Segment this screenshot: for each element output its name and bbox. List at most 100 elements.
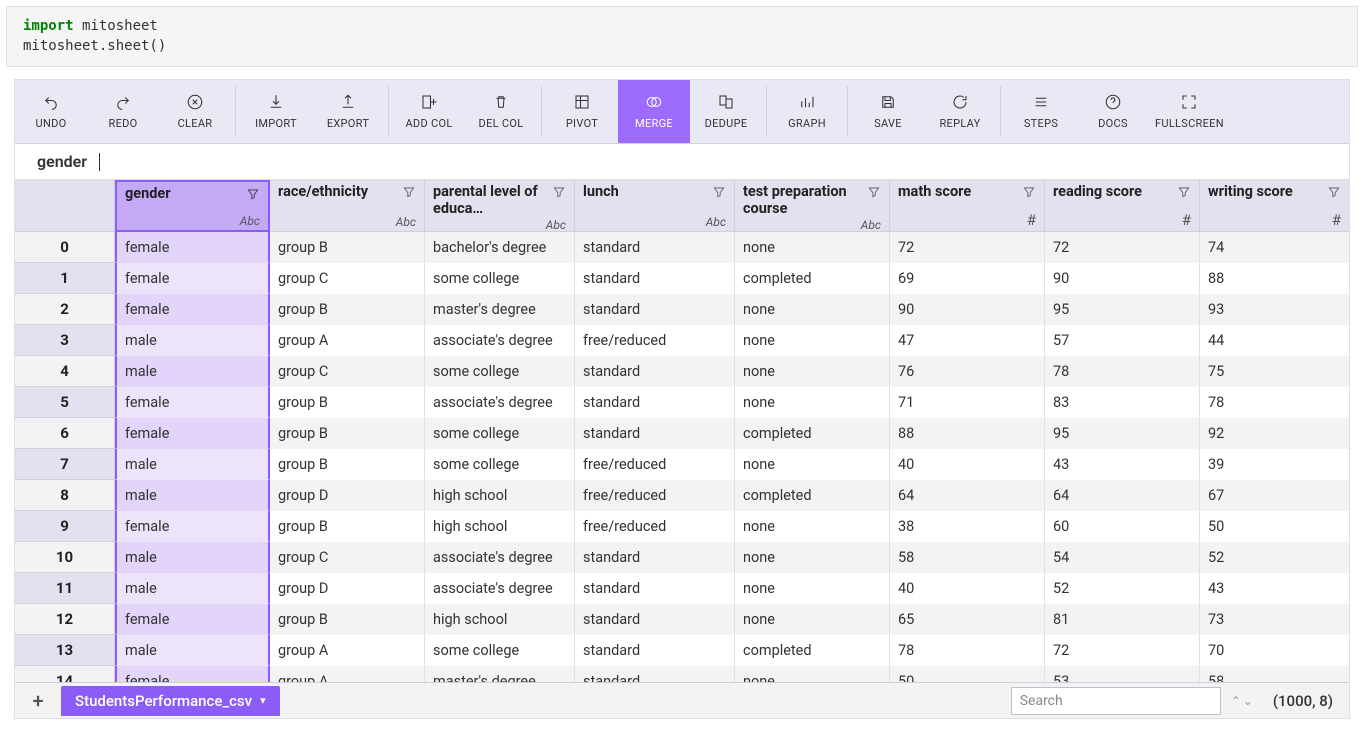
cell[interactable]: 69 (890, 263, 1045, 294)
cell[interactable]: 83 (1045, 387, 1200, 418)
cell[interactable]: 78 (1045, 356, 1200, 387)
row-header[interactable]: 12 (15, 604, 115, 635)
cell[interactable]: 57 (1045, 325, 1200, 356)
column-header[interactable]: math score# (890, 180, 1045, 232)
column-header[interactable]: test preparation courseAbc (735, 180, 890, 232)
cell[interactable]: associate's degree (425, 325, 575, 356)
cell[interactable]: none (735, 604, 890, 635)
row-header[interactable]: 4 (15, 356, 115, 387)
cell[interactable]: 72 (1045, 635, 1200, 666)
cell[interactable]: group C (270, 356, 425, 387)
cell[interactable]: female (115, 666, 270, 682)
cell[interactable]: 72 (890, 232, 1045, 263)
cell[interactable]: 52 (1200, 542, 1349, 573)
cell[interactable]: free/reduced (575, 325, 735, 356)
cell[interactable]: 81 (1045, 604, 1200, 635)
cell[interactable]: none (735, 511, 890, 542)
cell[interactable]: high school (425, 480, 575, 511)
cell[interactable]: female (115, 232, 270, 263)
cell[interactable]: standard (575, 294, 735, 325)
cell[interactable]: group C (270, 263, 425, 294)
cell[interactable]: male (115, 542, 270, 573)
row-header[interactable]: 2 (15, 294, 115, 325)
merge-button[interactable]: MERGE (618, 80, 690, 143)
cell[interactable]: female (115, 604, 270, 635)
undo-button[interactable]: UNDO (15, 80, 87, 143)
row-header[interactable]: 1 (15, 263, 115, 294)
cell[interactable]: group B (270, 387, 425, 418)
cell[interactable]: standard (575, 542, 735, 573)
row-header[interactable]: 6 (15, 418, 115, 449)
cell[interactable]: 73 (1200, 604, 1349, 635)
cell[interactable]: male (115, 573, 270, 604)
row-header[interactable]: 9 (15, 511, 115, 542)
row-header[interactable]: 5 (15, 387, 115, 418)
cell[interactable]: group A (270, 635, 425, 666)
cell[interactable]: group D (270, 573, 425, 604)
cell[interactable]: some college (425, 263, 575, 294)
filter-icon[interactable] (1022, 185, 1036, 203)
cell[interactable]: standard (575, 666, 735, 682)
column-header[interactable]: reading score# (1045, 180, 1200, 232)
cell[interactable]: 88 (890, 418, 1045, 449)
row-header[interactable]: 8 (15, 480, 115, 511)
cell[interactable]: high school (425, 511, 575, 542)
cell[interactable]: group B (270, 418, 425, 449)
cell[interactable]: 43 (1045, 449, 1200, 480)
cell[interactable]: master's degree (425, 666, 575, 682)
redo-button[interactable]: REDO (87, 80, 159, 143)
code-cell[interactable]: import mitosheet mitosheet.sheet() (6, 6, 1358, 67)
data-grid[interactable]: genderAbcrace/ethnicityAbcparental level… (15, 180, 1349, 682)
filter-icon[interactable] (552, 185, 566, 203)
cell[interactable]: standard (575, 418, 735, 449)
pivot-button[interactable]: PIVOT (546, 80, 618, 143)
cell[interactable]: 95 (1045, 294, 1200, 325)
cell[interactable]: group B (270, 511, 425, 542)
cell[interactable]: standard (575, 635, 735, 666)
column-header[interactable]: parental level of educa…Abc (425, 180, 575, 232)
cell[interactable]: standard (575, 387, 735, 418)
cell[interactable]: group B (270, 294, 425, 325)
cell[interactable]: female (115, 511, 270, 542)
cell[interactable]: 72 (1045, 232, 1200, 263)
cell[interactable]: 64 (1045, 480, 1200, 511)
cell[interactable]: 93 (1200, 294, 1349, 325)
row-header[interactable]: 10 (15, 542, 115, 573)
save-button[interactable]: SAVE (852, 80, 924, 143)
cell[interactable]: 60 (1045, 511, 1200, 542)
sheet-tab[interactable]: StudentsPerformance_csv ▾ (61, 686, 280, 716)
cell[interactable]: some college (425, 418, 575, 449)
search-nav[interactable]: ⌃ ⌄ (1227, 694, 1257, 708)
cell[interactable]: none (735, 573, 890, 604)
cell[interactable]: none (735, 356, 890, 387)
cell[interactable]: master's degree (425, 294, 575, 325)
cell[interactable]: 90 (1045, 263, 1200, 294)
cell[interactable]: 78 (1200, 387, 1349, 418)
cell[interactable]: standard (575, 573, 735, 604)
cell[interactable]: standard (575, 356, 735, 387)
cell[interactable]: 40 (890, 573, 1045, 604)
graph-button[interactable]: GRAPH (771, 80, 843, 143)
row-header[interactable]: 14 (15, 666, 115, 682)
cell[interactable]: 58 (890, 542, 1045, 573)
cell[interactable]: completed (735, 635, 890, 666)
column-header[interactable]: writing score# (1200, 180, 1349, 232)
cell[interactable]: male (115, 325, 270, 356)
cell[interactable]: 78 (890, 635, 1045, 666)
cell[interactable]: group B (270, 232, 425, 263)
cell[interactable]: 70 (1200, 635, 1349, 666)
cell[interactable]: high school (425, 604, 575, 635)
cell[interactable]: 50 (890, 666, 1045, 682)
filter-icon[interactable] (1327, 185, 1341, 203)
cell[interactable]: 76 (890, 356, 1045, 387)
cell[interactable]: associate's degree (425, 387, 575, 418)
cell[interactable]: 92 (1200, 418, 1349, 449)
row-header[interactable]: 13 (15, 635, 115, 666)
cell[interactable]: 75 (1200, 356, 1349, 387)
row-header[interactable]: 3 (15, 325, 115, 356)
cell[interactable]: none (735, 542, 890, 573)
cell[interactable]: 74 (1200, 232, 1349, 263)
cell[interactable]: 50 (1200, 511, 1349, 542)
cell[interactable]: 39 (1200, 449, 1349, 480)
steps-button[interactable]: STEPS (1005, 80, 1077, 143)
